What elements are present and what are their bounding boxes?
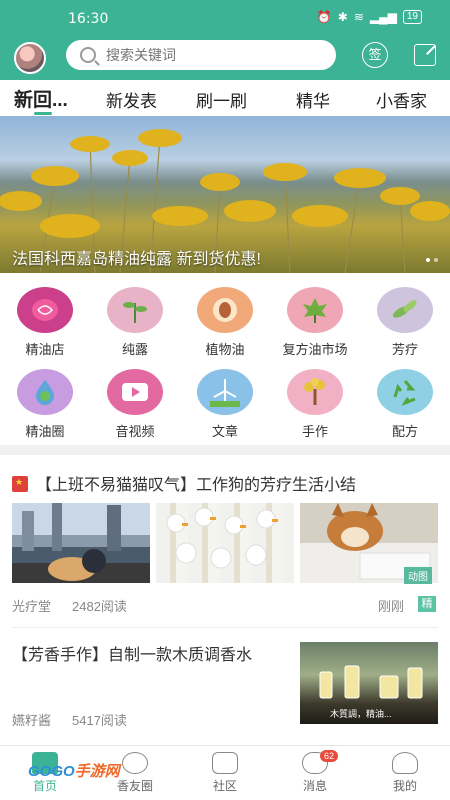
thumbnail-caption: 木質調，精油... — [330, 709, 392, 719]
search-box[interactable] — [66, 40, 336, 70]
post-feed: 【上班不易猫猫叹气】工作狗的芳疗生活小结 动图 光疗堂 2482阅读 刚刚 精 … — [0, 455, 450, 745]
divider — [12, 627, 438, 628]
site-watermark: GOGO手游网 — [28, 760, 120, 781]
windmill-icon — [197, 369, 253, 415]
category-label: 精油店 — [25, 342, 65, 357]
category-oil-circle[interactable]: 精油圈 — [5, 369, 85, 449]
category-grid: 精油店 纯露 植物油 复方油市场 芳疗 精油圈 音视频 文章 手作 配方 — [0, 273, 450, 445]
city-dog-photo — [22, 503, 121, 581]
message-count-badge: 62 — [320, 750, 339, 762]
signal-icon: ▂▄▆ — [369, 10, 397, 24]
tab-new-post[interactable]: 新发表 — [106, 87, 157, 112]
circle-icon — [122, 752, 148, 774]
category-hydrosol[interactable]: 纯露 — [95, 287, 175, 367]
tab-indicator — [34, 112, 52, 115]
post-title-text: 【上班不易猫猫叹气】工作狗的芳疗生活小结 — [36, 477, 357, 494]
status-time: 16:30 — [68, 11, 109, 27]
banner-carousel[interactable]: 法国科西嘉岛精油纯露 新到货优惠! — [0, 116, 450, 273]
post-time: 刚刚 — [378, 599, 405, 614]
maple-leaf-icon — [287, 287, 343, 333]
tab-new-reply[interactable]: 新回... — [14, 85, 68, 112]
community-icon — [212, 752, 238, 774]
category-plant-oil[interactable]: 植物油 — [185, 287, 265, 367]
tab-bar: 新回... 新发表 刷一刷 精华 小香家 — [0, 80, 450, 116]
status-icons: ⏰ ✱ ≋ ▂▄▆ 19 — [317, 10, 422, 24]
nav-label: 社区 — [212, 779, 237, 793]
category-label: 文章 — [211, 424, 238, 439]
category-label: 配方 — [391, 424, 418, 439]
bluetooth-icon: ✱ — [337, 10, 348, 24]
nav-label: 我的 — [392, 779, 417, 793]
post-thumbnail[interactable] — [156, 503, 294, 583]
tab-xiaoxiang[interactable]: 小香家 — [376, 87, 427, 112]
nav-label: 消息 — [302, 779, 327, 793]
alarm-icon: ⏰ — [316, 10, 332, 24]
banner-caption: 法国科西嘉岛精油纯露 新到货优惠! — [12, 251, 261, 268]
globe-drop-icon — [17, 369, 73, 415]
person-icon — [392, 752, 418, 774]
category-label: 音视频 — [115, 424, 155, 439]
category-audio-video[interactable]: 音视频 — [95, 369, 175, 449]
flag-icon — [12, 476, 28, 492]
category-handmade[interactable]: 手作 — [275, 369, 355, 449]
post-author[interactable]: 光疗堂 — [12, 596, 51, 615]
category-essential-oil-shop[interactable]: 精油店 — [5, 287, 85, 367]
category-aromatherapy[interactable]: 芳疗 — [365, 287, 445, 367]
top-bar: 签 — [0, 38, 450, 80]
category-label: 纯露 — [121, 342, 148, 357]
sprout-icon — [107, 287, 163, 333]
gif-badge: 动图 — [404, 567, 432, 584]
post-title[interactable]: 【芳香手作】自制一款木质调香水 — [12, 645, 282, 667]
tab-featured[interactable]: 精华 — [296, 87, 330, 112]
nav-label: 香友圈 — [116, 779, 153, 793]
battery-icon: 19 — [402, 10, 422, 24]
category-blend-market[interactable]: 复方油市场 — [275, 287, 355, 367]
post-thumbnail[interactable]: 木質調，精油... — [300, 642, 438, 724]
post-read-count: 2482阅读 — [72, 599, 127, 614]
post-thumbnail[interactable] — [12, 503, 150, 583]
status-bar: 16:30 ⏰ ✱ ≋ ▂▄▆ 19 — [0, 0, 450, 38]
category-label: 手作 — [301, 424, 328, 439]
category-articles[interactable]: 文章 — [185, 369, 265, 449]
video-icon — [107, 369, 163, 415]
nav-label: 首页 — [32, 779, 57, 793]
category-label: 植物油 — [205, 342, 245, 357]
wifi-icon: ≋ — [353, 10, 364, 24]
category-label: 芳疗 — [391, 342, 418, 357]
tree-icon — [287, 369, 343, 415]
post-read-count: 5417阅读 — [72, 713, 127, 728]
post-author[interactable]: 嬿籽酱 — [12, 710, 51, 729]
watermark-main: GOGO — [28, 763, 75, 780]
search-input[interactable] — [106, 47, 306, 63]
app-header: 16:30 ⏰ ✱ ≋ ▂▄▆ 19 签 — [0, 0, 450, 80]
category-label: 精油圈 — [25, 424, 65, 439]
tab-browse[interactable]: 刷一刷 — [196, 87, 247, 112]
search-icon — [80, 47, 96, 63]
rose-icon — [17, 287, 73, 333]
apricot-icon — [197, 287, 253, 333]
plush-ducks-photo — [166, 507, 278, 569]
nav-community[interactable]: 社区 — [195, 752, 255, 794]
compose-icon[interactable] — [414, 44, 436, 66]
recycle-icon — [377, 369, 433, 415]
featured-badge: 精 — [418, 596, 436, 612]
post-title[interactable]: 【上班不易猫猫叹气】工作狗的芳疗生活小结 — [12, 471, 356, 495]
nav-profile[interactable]: 我的 — [375, 752, 435, 794]
avatar[interactable] — [14, 42, 46, 74]
watermark-sub: 手游网 — [74, 763, 120, 780]
sign-in-button[interactable]: 签 — [362, 42, 388, 68]
leaves-icon — [377, 287, 433, 333]
category-recipes[interactable]: 配方 — [365, 369, 445, 449]
category-label: 复方油市场 — [282, 342, 348, 357]
carousel-dots — [426, 258, 438, 262]
